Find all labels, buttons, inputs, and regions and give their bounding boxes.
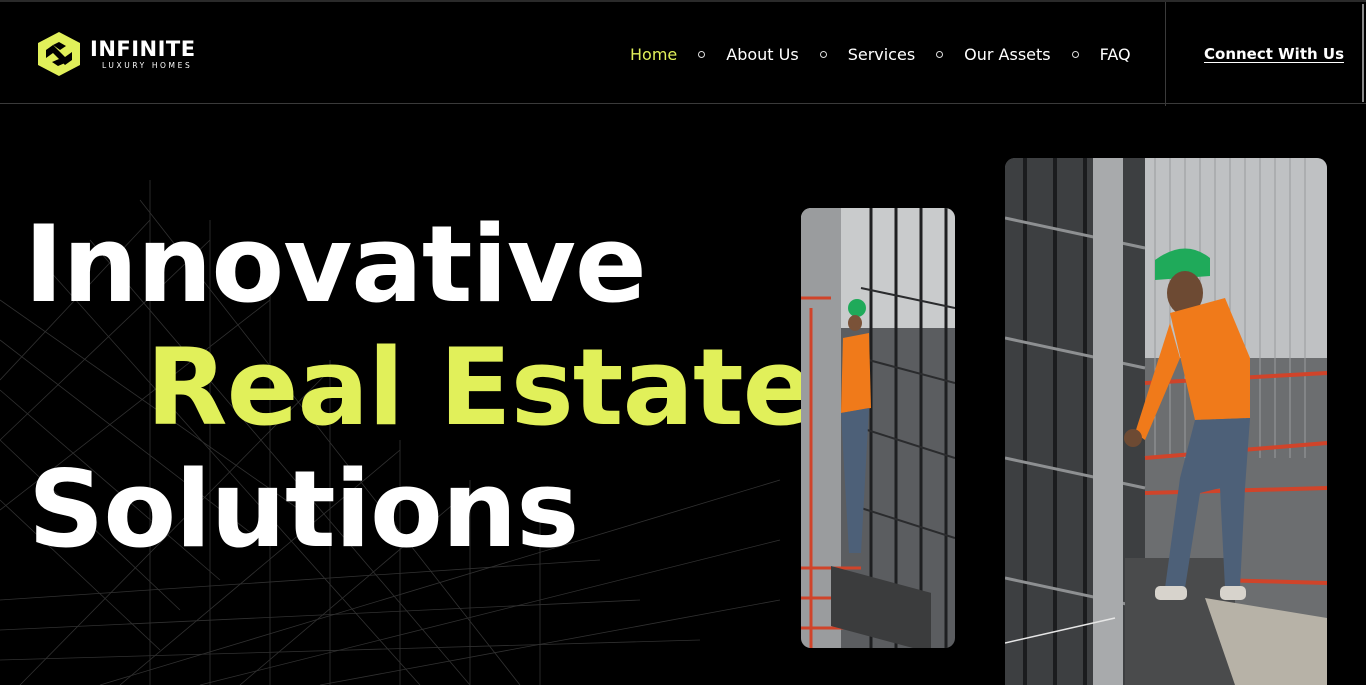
- nav-item-faq[interactable]: FAQ: [1100, 45, 1131, 64]
- site-header: INFINITE LUXURY HOMES Home About Us Serv…: [0, 0, 1366, 106]
- nav-item-our-assets[interactable]: Our Assets: [964, 45, 1050, 64]
- connect-with-us-link[interactable]: Connect With Us: [1204, 45, 1344, 63]
- header-divider: [1165, 2, 1166, 106]
- nav-item-services[interactable]: Services: [848, 45, 915, 64]
- brand-tagline: LUXURY HOMES: [102, 60, 193, 70]
- circle-dot-icon: [819, 50, 827, 58]
- circle-dot-icon: [698, 50, 706, 58]
- circle-dot-icon: [936, 50, 944, 58]
- hero-title-line-1: Innovative: [24, 203, 647, 326]
- nav-item-about-us[interactable]: About Us: [726, 45, 798, 64]
- brand-wordmark: INFINITE LUXURY HOMES: [90, 36, 196, 70]
- scrollbar[interactable]: [1362, 4, 1364, 102]
- hero-title-line-3: Solutions: [28, 448, 579, 571]
- hero-title-line-2: Real Estate: [146, 326, 815, 449]
- main-nav: Home About Us Services Our Assets FAQ: [630, 43, 1131, 65]
- brand-logo[interactable]: INFINITE LUXURY HOMES: [34, 30, 196, 78]
- hexagon-infinity-logo-icon: [38, 32, 80, 76]
- nav-item-home[interactable]: Home: [630, 45, 677, 64]
- brand-name: INFINITE: [90, 36, 196, 61]
- circle-dot-icon: [1071, 50, 1079, 58]
- construction-worker-photo-small: [801, 208, 955, 648]
- construction-worker-photo-large: [1005, 158, 1327, 685]
